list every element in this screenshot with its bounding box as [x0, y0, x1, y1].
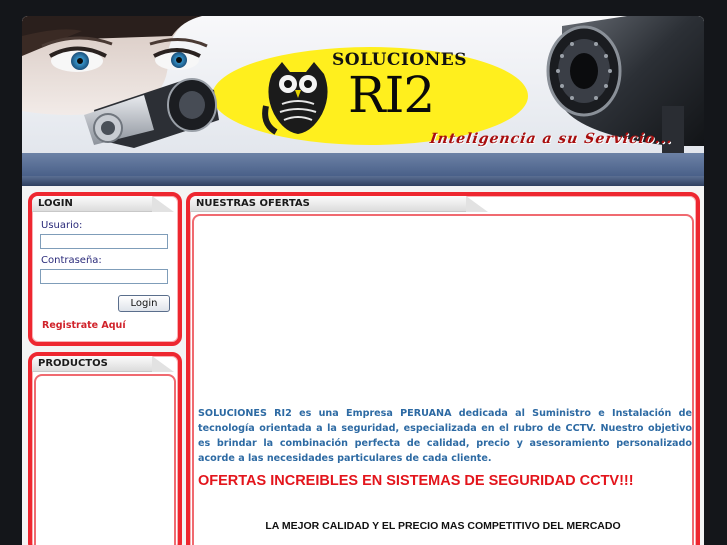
products-panel: PRODUCTOS — [28, 352, 182, 545]
page-container: SOLUCIONES RI2 Inteligencia a su Servici… — [22, 16, 704, 545]
login-panel-title: LOGIN — [32, 196, 174, 212]
banner-band — [22, 153, 704, 176]
logo-name: RI2 — [348, 66, 435, 124]
username-input[interactable] — [40, 234, 168, 249]
header-banner: SOLUCIONES RI2 Inteligencia a su Servici… — [22, 16, 704, 176]
nav-strip — [22, 176, 704, 186]
register-link[interactable]: Registrate Aquí — [42, 320, 126, 331]
username-label: Usuario: — [41, 220, 83, 231]
products-list-area — [34, 374, 176, 545]
offers-subline: LA MEJOR CALIDAD Y EL PRECIO MAS COMPETI… — [265, 520, 621, 532]
password-label: Contraseña: — [41, 255, 102, 266]
login-panel: LOGIN Usuario: Contraseña: Login Registr… — [28, 192, 182, 346]
offers-content-area — [192, 214, 694, 545]
login-button[interactable]: Login — [118, 295, 170, 312]
offers-panel: NUESTRAS OFERTAS SOLUCIONES RI2 es una E… — [186, 192, 700, 545]
company-description: SOLUCIONES RI2 es una Empresa PERUANA de… — [198, 408, 692, 464]
security-camera-right-image — [546, 16, 704, 166]
slogan: Inteligencia a su Servicio... — [428, 131, 674, 147]
offers-panel-title: NUESTRAS OFERTAS — [190, 196, 488, 212]
security-camera-left-image — [84, 78, 219, 148]
owl-logo-icon — [262, 62, 328, 135]
products-panel-title: PRODUCTOS — [32, 356, 174, 372]
password-input[interactable] — [40, 269, 168, 284]
offers-headline: OFERTAS INCREIBLES EN SISTEMAS DE SEGURI… — [198, 473, 634, 489]
